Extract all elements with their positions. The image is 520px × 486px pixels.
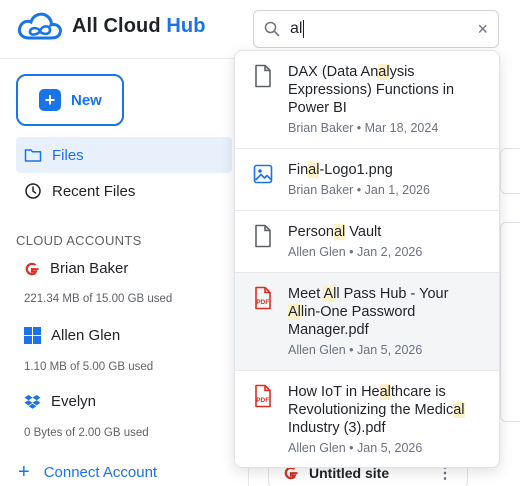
account-usage: 221.34 MB of 15.00 GB used (24, 293, 173, 305)
result-meta: Allen Glen • Jan 2, 2026 (288, 245, 423, 259)
dropbox-icon (24, 394, 41, 409)
text-caret (303, 20, 305, 38)
plus-icon: + (39, 89, 61, 111)
search-results-dropdown: DAX (Data Analysis Expressions) Function… (234, 50, 500, 468)
sidebar-item-label: Files (52, 146, 84, 164)
header-divider (0, 58, 240, 59)
search-result-item[interactable]: Final-Logo1.png Brian Baker • Jan 1, 202… (235, 149, 499, 211)
account-brian-baker[interactable]: Brian Baker (24, 260, 128, 277)
result-title: Final-Logo1.png (288, 162, 393, 178)
connect-account-button[interactable]: + Connect Account (18, 461, 158, 483)
account-name: Evelyn (51, 393, 97, 410)
result-meta: Brian Baker • Mar 18, 2024 (288, 121, 439, 135)
clock-icon (25, 183, 41, 199)
search-result-item[interactable]: PDF Meet All Pass Hub - Your Allin-One P… (235, 273, 499, 371)
plus-icon: + (18, 461, 30, 483)
onedrive-windows-icon (24, 327, 41, 344)
account-usage: 0 Bytes of 2.00 GB used (24, 427, 149, 439)
result-meta: Allen Glen • Jan 5, 2026 (288, 343, 423, 357)
search-result-item[interactable]: PDF How IoT in Healthcare is Revolutioni… (235, 371, 499, 467)
search-result-item[interactable]: Personal Vault Allen Glen • Jan 2, 2026 (235, 211, 499, 273)
account-usage: 1.10 MB of 5.00 GB used (24, 361, 154, 373)
result-title: Personal Vault (288, 224, 382, 240)
image-icon (253, 164, 273, 184)
new-button-label: New (71, 91, 102, 109)
account-evelyn[interactable]: Evelyn (24, 393, 96, 410)
result-title: DAX (Data Analysis Expressions) Function… (288, 64, 455, 116)
connect-account-label: Connect Account (43, 463, 158, 481)
sidebar-item-label: Recent Files (52, 182, 136, 200)
google-icon (25, 262, 39, 275)
svg-text:PDF: PDF (256, 299, 269, 306)
result-meta: Brian Baker • Jan 1, 2026 (288, 183, 430, 197)
result-title: Meet All Pass Hub - Your Allin-One Passw… (288, 286, 449, 338)
cloud-logo-icon (17, 12, 62, 40)
document-icon (255, 64, 271, 88)
pdf-icon: PDF (255, 384, 271, 408)
search-input[interactable]: al × (253, 10, 499, 48)
sidebar-item-files[interactable]: Files (16, 137, 232, 173)
sidebar-item-recent-files[interactable]: Recent Files (16, 173, 232, 209)
file-card[interactable] (500, 222, 520, 422)
svg-text:PDF: PDF (256, 397, 269, 404)
result-meta: Allen Glen • Jan 5, 2026 (288, 441, 423, 455)
folder-icon (24, 149, 42, 162)
search-result-item[interactable]: DAX (Data Analysis Expressions) Function… (235, 51, 499, 149)
account-name: Brian Baker (50, 260, 129, 277)
result-title: How IoT in Healthcare is Revolutionizing… (288, 384, 465, 436)
account-name: Allen Glen (51, 327, 121, 344)
app-logo[interactable]: All Cloud Hub (16, 10, 206, 42)
new-button[interactable]: + New (16, 74, 124, 126)
search-icon (264, 21, 280, 37)
file-card[interactable] (500, 148, 520, 194)
search-query-text[interactable]: al (290, 20, 302, 38)
app-title: All Cloud Hub (72, 14, 206, 37)
clear-search-icon[interactable]: × (477, 19, 488, 40)
pdf-icon: PDF (255, 286, 271, 310)
account-allen-glen[interactable]: Allen Glen (24, 327, 120, 344)
cloud-accounts-heading: CLOUD ACCOUNTS (16, 233, 142, 248)
document-icon (255, 224, 271, 248)
